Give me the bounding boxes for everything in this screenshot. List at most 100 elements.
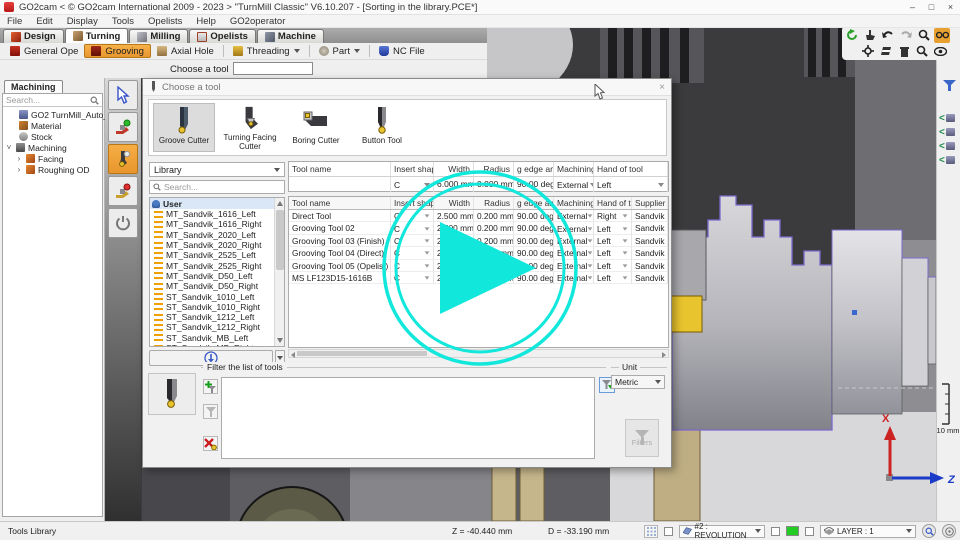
filters-button[interactable]: Filters [625, 419, 659, 457]
visibility-icon[interactable] [932, 44, 948, 59]
tool-choose-button[interactable] [108, 144, 138, 174]
filter-hand-select[interactable]: Left [594, 177, 668, 192]
tab-design[interactable]: Design [3, 29, 64, 43]
turned-part [672, 196, 936, 430]
library-item[interactable]: MT_Sandvik_2020_Right [150, 240, 284, 250]
nc-file-button[interactable]: NC File [373, 44, 431, 58]
tab-opelists[interactable]: Opelists [189, 29, 256, 43]
refresh-icon[interactable] [844, 28, 860, 43]
edit-filter-button[interactable] [203, 404, 218, 419]
minimize-button[interactable]: – [903, 1, 922, 14]
select-cursor-button[interactable] [108, 80, 138, 110]
add-filter-button[interactable] [203, 379, 218, 394]
library-item[interactable]: MT_Sandvik_D50_Right [150, 281, 284, 291]
library-item[interactable]: MT_Sandvik_1616_Left [150, 209, 284, 219]
general-ope-button[interactable]: General Ope [4, 44, 84, 58]
tab-milling[interactable]: Milling [129, 29, 188, 43]
collapsed-panel-3[interactable]: < [939, 140, 955, 152]
menu-edit[interactable]: Edit [29, 16, 59, 27]
library-item[interactable]: ST_Sandvik_MB_Right [150, 343, 284, 347]
eraser-icon[interactable] [878, 44, 894, 59]
axial-hole-button[interactable]: Axial Hole [151, 44, 220, 58]
library-group-user[interactable]: User [150, 198, 284, 209]
unit-select[interactable]: Metric [611, 375, 665, 389]
library-item[interactable]: MT_Sandvik_2525_Left [150, 250, 284, 260]
tree-item-facing[interactable]: › Facing [3, 153, 102, 164]
library-item[interactable]: MT_Sandvik_2525_Right [150, 260, 284, 270]
tree-item-machining[interactable]: ˅ Machining [3, 142, 102, 153]
pointer-hand-icon[interactable] [862, 28, 878, 43]
zoom-icon[interactable] [916, 28, 932, 43]
menu-opelists[interactable]: Opelists [141, 16, 189, 27]
tree-item-turnmill[interactable]: GO2 TurnMill_Auto_Ope [3, 109, 102, 120]
tab-machine[interactable]: Machine [257, 29, 324, 43]
tool-ok-button[interactable] [108, 112, 138, 142]
zoom-window-icon[interactable] [914, 44, 930, 59]
menu-go2operator[interactable]: GO2operator [223, 16, 292, 27]
scroll-down-icon[interactable] [277, 338, 283, 343]
tab-turning[interactable]: Turning [65, 28, 129, 43]
menu-file[interactable]: File [0, 16, 29, 27]
collapsed-panel-1[interactable]: < [939, 112, 955, 124]
library-item[interactable]: ST_Sandvik_1010_Right [150, 302, 284, 312]
library-search-input[interactable]: Search... [149, 180, 285, 194]
layer-zoom-button[interactable] [922, 524, 936, 538]
tool-type-boring-cutter[interactable]: Boring Cutter [285, 103, 347, 152]
layer-select[interactable]: LAYER : 1 [820, 525, 916, 538]
scroll-up-icon[interactable] [277, 201, 283, 206]
maximize-button[interactable]: □ [922, 1, 941, 14]
choose-tool-input[interactable] [233, 62, 313, 75]
regen-icon[interactable] [860, 44, 876, 59]
tree-search-input[interactable]: Search... [3, 94, 102, 107]
scroll-thumb[interactable] [276, 210, 284, 270]
machining-tab[interactable]: Machining [4, 80, 63, 93]
library-item[interactable]: ST_Sandvik_1212_Right [150, 322, 284, 332]
tree-item-stock[interactable]: Stock [3, 131, 102, 142]
library-item[interactable]: MT_Sandvik_2020_Left [150, 230, 284, 240]
video-play-overlay[interactable] [370, 158, 590, 378]
part-button[interactable]: Part [313, 44, 366, 58]
dialog-title-bar[interactable]: Choose a tool × [143, 79, 671, 96]
library-item[interactable]: MT_Sandvik_1616_Right [150, 219, 284, 229]
grid-toggle-button[interactable] [644, 525, 658, 538]
collapsed-panel-4[interactable]: < [939, 154, 955, 166]
glasses-icon[interactable] [934, 28, 950, 43]
delete-filter-button[interactable] [203, 436, 218, 451]
tool-type-button-tool[interactable]: Button Tool [351, 103, 413, 152]
library-item[interactable]: MT_Sandvik_D50_Left [150, 271, 284, 281]
dialog-close-button[interactable]: × [659, 82, 665, 93]
plane-select[interactable]: #2 : REVOLUTION [679, 525, 765, 538]
library-item[interactable]: ST_Sandvik_MB_Left [150, 333, 284, 343]
redo-icon[interactable] [898, 28, 914, 43]
menu-display[interactable]: Display [60, 16, 105, 27]
library-item[interactable]: ST_Sandvik_1010_Left [150, 291, 284, 301]
color-checkbox[interactable] [771, 527, 780, 536]
scroll-left-icon[interactable] [291, 352, 295, 358]
tree-item-roughing-od[interactable]: › Roughing OD [3, 164, 102, 175]
plane-checkbox[interactable] [664, 527, 673, 536]
view-toolbar [842, 26, 958, 60]
library-item-icon [154, 272, 163, 279]
grooving-button[interactable]: Grooving [84, 44, 151, 58]
tool-type-turning-facing-cutter[interactable]: Turning Facing Cutter [219, 103, 281, 152]
collapsed-panel-2[interactable]: < [939, 126, 955, 138]
current-color-swatch[interactable] [786, 526, 799, 536]
tool-type-groove-cutter[interactable]: Groove Cutter [153, 103, 215, 152]
clean-icon[interactable] [896, 44, 912, 59]
menu-tools[interactable]: Tools [105, 16, 141, 27]
library-item[interactable]: ST_Sandvik_1212_Left [150, 312, 284, 322]
menu-help[interactable]: Help [189, 16, 223, 27]
tree-item-material[interactable]: Material [3, 120, 102, 131]
power-button[interactable] [108, 208, 138, 238]
layer-checkbox[interactable] [805, 527, 814, 536]
library-scrollbar[interactable] [274, 198, 284, 346]
tool-cancel-button[interactable] [108, 176, 138, 206]
library-select[interactable]: Library [149, 162, 285, 177]
scroll-right-icon[interactable] [662, 352, 666, 358]
active-filters-box[interactable] [221, 377, 595, 459]
threading-button[interactable]: Threading [227, 44, 306, 58]
undo-icon[interactable] [880, 28, 896, 43]
close-button[interactable]: × [941, 1, 960, 14]
view-filter-button[interactable] [941, 78, 957, 94]
help-button[interactable] [942, 524, 956, 538]
